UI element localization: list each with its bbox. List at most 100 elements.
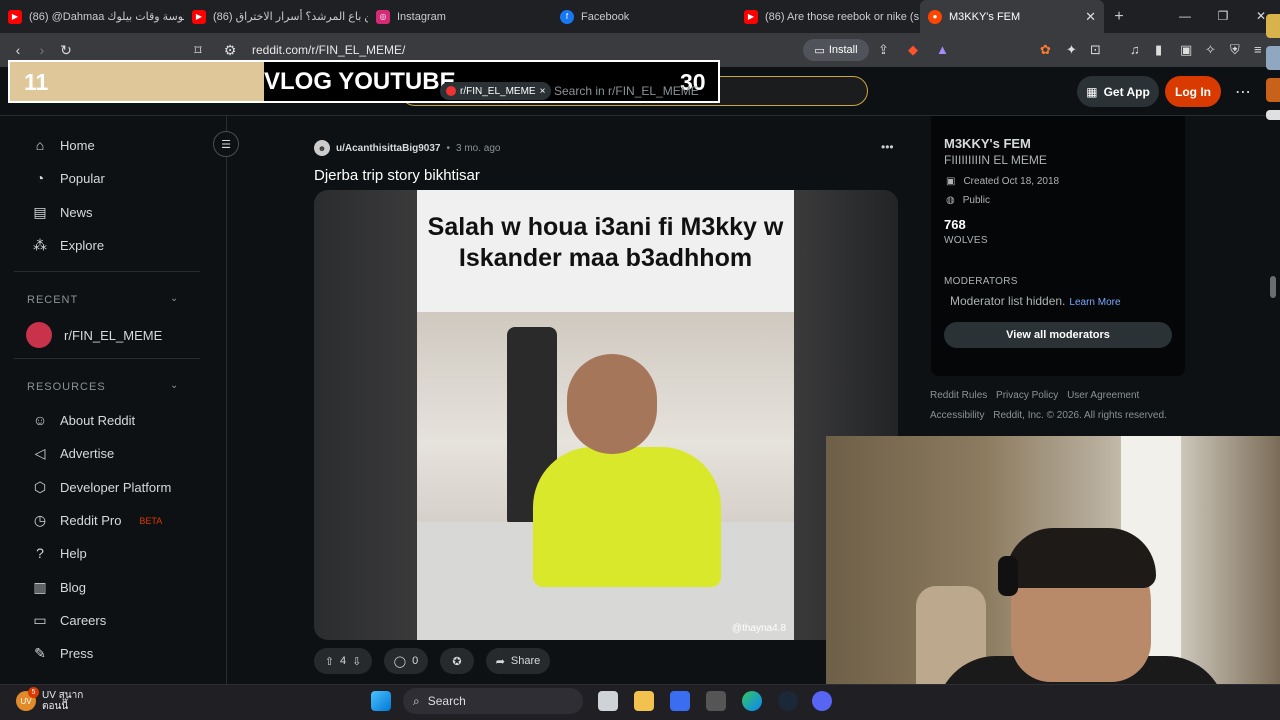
site-info-icon[interactable]: ⚙ [218, 42, 242, 59]
hamburger-icon: ☰ [221, 138, 231, 151]
music-icon[interactable]: ♫ [1130, 42, 1140, 57]
downvote-icon[interactable]: ⇩ [352, 655, 361, 668]
search-community-chip[interactable]: r/FIN_EL_MEME × [440, 82, 552, 100]
reddit-icon: ● [928, 9, 942, 24]
learn-more-link[interactable]: Learn More [1069, 297, 1120, 308]
explore-icon: ⁂ [33, 237, 47, 253]
popular-icon: ◔ [35, 170, 45, 186]
edge-browser-icon[interactable] [742, 691, 762, 711]
post-title[interactable]: Djerba trip story bikhtisar [314, 167, 480, 184]
footer-link[interactable]: Privacy Policy [996, 390, 1058, 401]
back-icon[interactable]: ‹ [6, 42, 30, 58]
get-app-button[interactable]: ▦ Get App [1077, 76, 1159, 107]
install-button[interactable]: ▭ Install [803, 39, 869, 61]
browser-tab-active[interactable]: ● M3KKY's FEM ✕ [920, 0, 1104, 33]
recent-section-title[interactable]: RECENT [27, 294, 78, 306]
leo-icon[interactable]: ✧ [1205, 42, 1216, 58]
edge-tab[interactable] [1266, 78, 1280, 102]
search-icon: ⌕ [413, 693, 420, 708]
edge-tab[interactable] [1266, 110, 1280, 120]
resources-section-title[interactable]: RESOURCES [27, 381, 106, 393]
share-icon[interactable]: ⇪ [878, 42, 889, 58]
sidebar-item-label: Reddit Pro [60, 513, 122, 528]
windows-start-icon[interactable] [371, 691, 391, 711]
sidebar-item-help[interactable]: ? Help [32, 545, 87, 561]
sidebar-item-label: Developer Platform [60, 480, 172, 495]
footer-link[interactable]: Reddit Rules [930, 390, 987, 401]
minimize-icon[interactable]: — [1166, 0, 1204, 33]
bookmark-icon[interactable]: ⌑ [186, 42, 210, 59]
edge-tab[interactable] [1266, 46, 1280, 70]
brave-shield-icon[interactable]: ◆ [908, 42, 918, 58]
sidebar-item-home[interactable]: ⌂ Home [32, 137, 95, 153]
close-tab-icon[interactable]: ✕ [1085, 9, 1096, 25]
puzzle-icon[interactable]: ✦ [1066, 42, 1077, 58]
login-button[interactable]: Log In [1165, 76, 1221, 107]
facebook-icon: f [560, 9, 574, 24]
forward-icon[interactable]: › [30, 42, 54, 58]
extension-icon[interactable]: ✿ [1040, 42, 1051, 58]
notification-user: UV สุนาก [42, 690, 84, 701]
sidebar-item-careers[interactable]: ▭ Careers [32, 612, 106, 629]
app-icon[interactable] [706, 691, 726, 711]
browser-tab[interactable]: ▶ (86) @Dahmaa توسة وقات بيلوك [0, 0, 184, 33]
edge-tab[interactable] [1266, 14, 1280, 38]
steam-icon[interactable] [778, 691, 798, 711]
news-icon: ▤ [33, 204, 47, 220]
sidebar-item-blog[interactable]: ▥ Blog [32, 579, 86, 596]
browser-tab[interactable]: ◎ Instagram [368, 0, 552, 33]
comments-button[interactable]: ◯ 0 [384, 648, 428, 674]
meme-watermark: @thayna4.8 [731, 623, 786, 634]
sidebar-item-reddit-pro[interactable]: ◷ Reddit Pro BETA [32, 512, 162, 529]
url-text[interactable]: reddit.com/r/FIN_EL_MEME/ [252, 43, 405, 57]
user-avatar[interactable]: ☻ [314, 140, 330, 156]
wallet-icon[interactable]: ▣ [1180, 42, 1192, 58]
reload-icon[interactable]: ↻ [54, 42, 78, 59]
discord-icon[interactable] [812, 691, 832, 711]
file-explorer-icon[interactable] [634, 691, 654, 711]
chip-close-icon[interactable]: × [540, 86, 546, 97]
task-view-icon[interactable] [598, 691, 618, 711]
share-button[interactable]: ➦ Share [486, 648, 550, 674]
post-options-icon[interactable]: ••• [881, 140, 894, 154]
maximize-icon[interactable]: ❐ [1204, 0, 1242, 33]
menu-icon[interactable]: ≡ [1254, 42, 1262, 57]
page-scrollbar[interactable] [1270, 276, 1276, 298]
taskbar-search[interactable]: ⌕ Search [403, 688, 583, 714]
sidebar-item-press[interactable]: ✎ Press [32, 645, 93, 662]
chevron-down-icon[interactable]: ⌄ [170, 380, 178, 391]
browser-tab[interactable]: ▶ (86) من باع المرشد؟ أسرار الاختراق [184, 0, 368, 33]
screenshot-icon[interactable]: ⊡ [1090, 42, 1101, 58]
sidebar-item-news[interactable]: ▤ News [32, 204, 93, 221]
store-icon[interactable] [670, 691, 690, 711]
cake-icon: ▣ [946, 176, 956, 187]
taskbar-notification[interactable]: UV 5 UV สุนาก ตอนนี้ [16, 687, 84, 712]
sidebar-item-explore[interactable]: ⁂ Explore [32, 237, 104, 254]
sidebar-item-about-reddit[interactable]: ☺ About Reddit [32, 412, 135, 428]
new-tab-button[interactable]: + [1104, 8, 1134, 26]
upvote-icon[interactable]: ⇧ [325, 655, 334, 668]
browser-tab[interactable]: ▶ (86) Are those reebok or nike (s [736, 0, 920, 33]
search-input[interactable]: Search in r/FIN_EL_MEME [554, 84, 699, 98]
browser-tab[interactable]: f Facebook [552, 0, 736, 33]
sidebar-toggle-icon[interactable]: ▮ [1155, 42, 1162, 58]
award-button[interactable]: ✪ [440, 648, 474, 674]
sidebar-divider [14, 271, 200, 272]
post-author[interactable]: u/AcanthisittaBig9037 [336, 143, 440, 154]
chevron-down-icon[interactable]: ⌄ [170, 293, 178, 304]
view-all-moderators-button[interactable]: View all moderators [944, 322, 1172, 348]
moderators-title: MODERATORS [944, 276, 1018, 287]
more-options-icon[interactable]: ⋯ [1235, 82, 1251, 102]
help-icon: ? [36, 545, 44, 561]
sidebar-item-developer-platform[interactable]: ⬡ Developer Platform [32, 479, 171, 496]
post-media[interactable]: Salah w houa i3ani fi M3kky w Iskander m… [314, 190, 898, 640]
footer-link[interactable]: Accessibility [930, 410, 984, 421]
sidebar-item-advertise[interactable]: ◁ Advertise [32, 445, 115, 462]
collapse-sidebar-button[interactable]: ☰ [213, 131, 239, 157]
footer-link[interactable]: User Agreement [1067, 390, 1139, 401]
vpn-icon[interactable]: ⛨ [1230, 42, 1240, 58]
sidebar-item-recent-community[interactable]: r/FIN_EL_MEME [26, 322, 162, 348]
brave-rewards-icon[interactable]: ▲ [936, 42, 949, 57]
sidebar-item-label: News [60, 205, 93, 220]
sidebar-item-popular[interactable]: ◔ Popular [32, 170, 105, 186]
